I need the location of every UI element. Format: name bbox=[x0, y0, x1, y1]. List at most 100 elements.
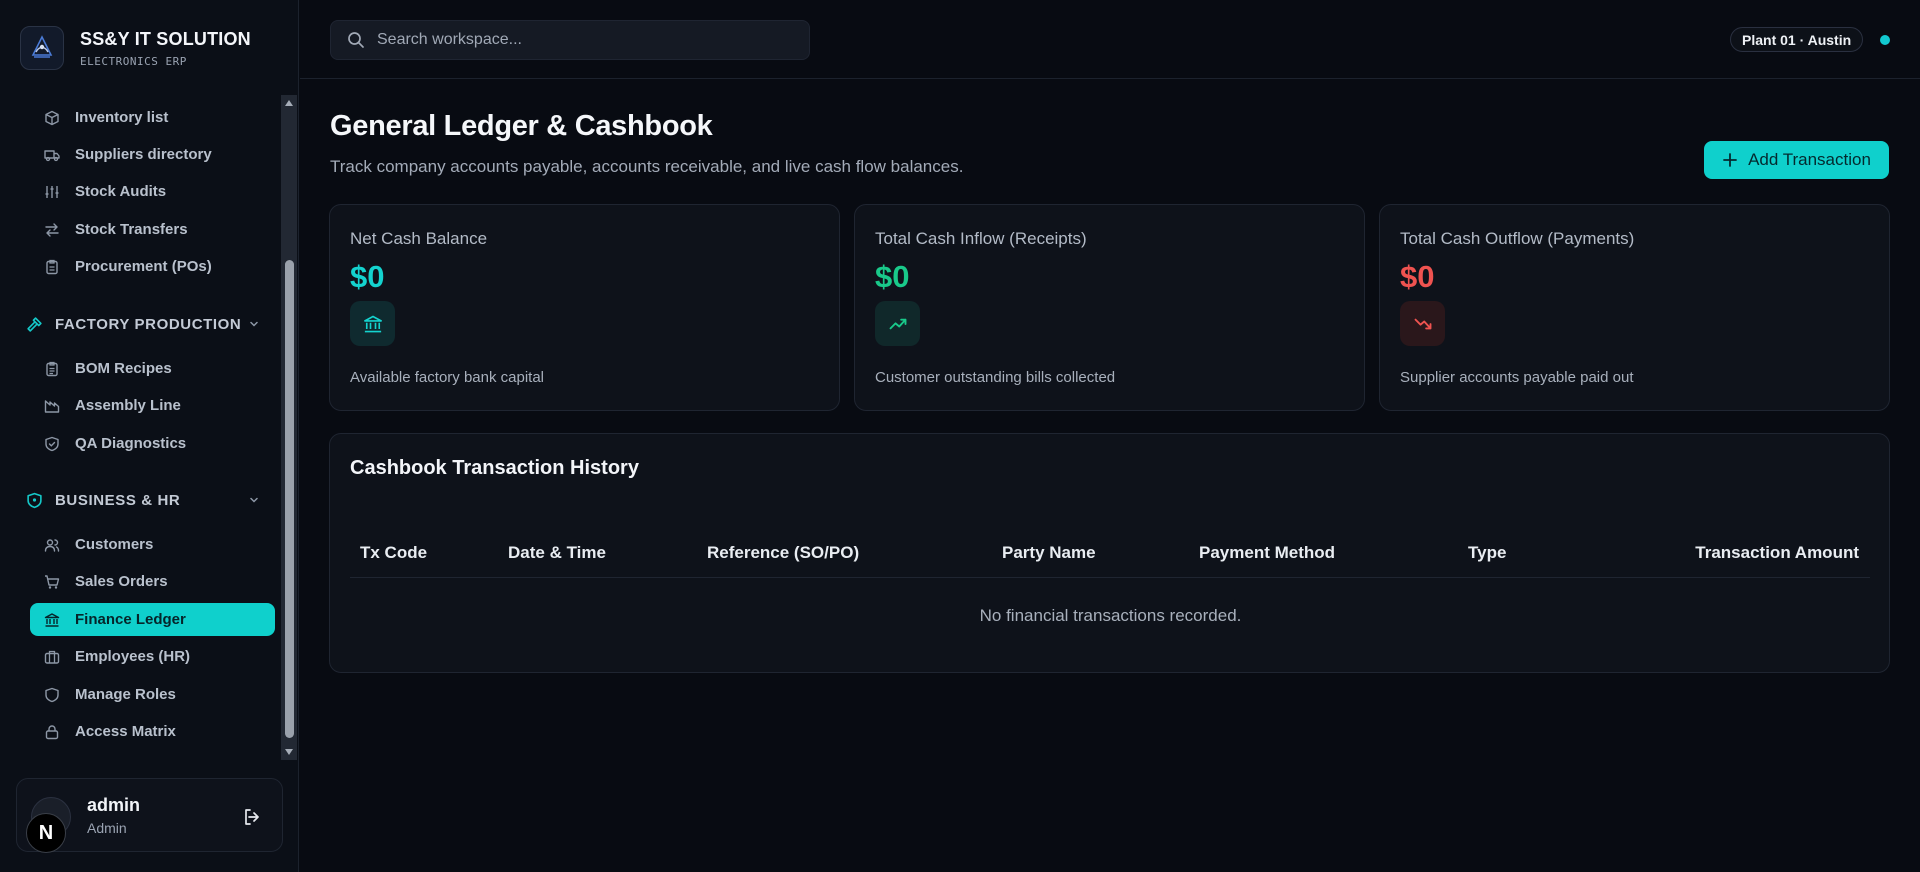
search-icon bbox=[348, 32, 364, 48]
section-label: FACTORY PRODUCTION bbox=[55, 315, 242, 333]
logout-button[interactable] bbox=[239, 804, 265, 830]
add-transaction-label: Add Transaction bbox=[1748, 150, 1871, 169]
brand-logo bbox=[20, 26, 64, 70]
shield-icon bbox=[27, 492, 42, 508]
column-header-payment-method[interactable]: Payment Method bbox=[1199, 543, 1335, 563]
truck-icon bbox=[44, 149, 60, 161]
section-business-hr[interactable]: BUSINESS & HR bbox=[26, 485, 266, 515]
sidebar-item-label: Access Matrix bbox=[75, 723, 176, 740]
clipboard-list-icon bbox=[46, 361, 58, 376]
brand-title: SS&Y IT SOLUTION bbox=[80, 28, 251, 49]
search-box[interactable] bbox=[330, 20, 810, 60]
search-input[interactable] bbox=[377, 31, 797, 49]
sidebar-item-label: Employees (HR) bbox=[75, 648, 191, 665]
stat-value: $0 bbox=[350, 259, 385, 294]
page-subtitle: Track company accounts payable, accounts… bbox=[330, 157, 964, 176]
bank-icon bbox=[44, 612, 60, 627]
sidebar-item-manage-roles[interactable]: Manage Roles bbox=[30, 678, 275, 711]
column-header-reference[interactable]: Reference (SO/PO) bbox=[707, 543, 859, 563]
stat-card-cash-inflow: Total Cash Inflow (Receipts) $0 Customer… bbox=[854, 204, 1365, 411]
column-header-tx-code[interactable]: Tx Code bbox=[360, 543, 427, 563]
sidebar-item-qa-diagnostics[interactable]: QA Diagnostics bbox=[30, 427, 275, 460]
sidebar-item-finance-ledger[interactable]: Finance Ledger bbox=[30, 603, 275, 636]
page-title: General Ledger & Cashbook bbox=[330, 110, 713, 142]
sidebar-item-stock-audits[interactable]: Stock Audits bbox=[30, 175, 275, 208]
scroll-down-arrow-icon[interactable] bbox=[281, 744, 297, 760]
history-title: Cashbook Transaction History bbox=[350, 457, 639, 479]
section-label: BUSINESS & HR bbox=[55, 491, 181, 509]
scroll-up-arrow-icon[interactable] bbox=[281, 95, 297, 111]
add-transaction-button[interactable]: Add Transaction bbox=[1704, 141, 1889, 179]
column-header-transaction-amount[interactable]: Transaction Amount bbox=[1695, 543, 1859, 563]
topbar: Plant 01 · Austin bbox=[300, 0, 1920, 79]
brand[interactable]: SS&Y IT SOLUTION ELECTRONICS ERP bbox=[20, 26, 251, 70]
sidebar-item-label: Procurement (POs) bbox=[75, 258, 212, 275]
logo-emblem-icon bbox=[31, 35, 53, 58]
user-name: admin bbox=[87, 795, 141, 815]
stat-card-cash-outflow: Total Cash Outflow (Payments) $0 Supplie… bbox=[1379, 204, 1890, 411]
shield-check-icon bbox=[45, 436, 59, 451]
cart-icon bbox=[45, 574, 60, 589]
lock-icon bbox=[45, 724, 59, 739]
shield-icon bbox=[45, 687, 59, 702]
sidebar-item-label: Customers bbox=[75, 536, 154, 553]
sidebar-item-bom-recipes[interactable]: BOM Recipes bbox=[30, 352, 275, 385]
stat-label: Total Cash Inflow (Receipts) bbox=[875, 229, 1087, 248]
sidebar-item-label: Inventory list bbox=[75, 109, 169, 126]
sidebar-item-procurement[interactable]: Procurement (POs) bbox=[30, 250, 275, 283]
transaction-history-card: Cashbook Transaction History Tx Code Dat… bbox=[329, 433, 1890, 673]
brand-subtitle: ELECTRONICS ERP bbox=[80, 54, 187, 68]
sidebar-item-label: Sales Orders bbox=[75, 573, 168, 590]
sidebar-item-label: Stock Transfers bbox=[75, 221, 188, 238]
sliders-icon bbox=[45, 185, 59, 198]
plus-icon bbox=[1723, 153, 1737, 167]
stat-label: Total Cash Outflow (Payments) bbox=[1400, 229, 1635, 248]
plant-selector[interactable]: Plant 01 · Austin bbox=[1730, 27, 1864, 52]
briefcase-icon bbox=[44, 650, 60, 664]
sidebar: SS&Y IT SOLUTION ELECTRONICS ERP Invento… bbox=[0, 0, 299, 872]
stat-label: Net Cash Balance bbox=[350, 229, 488, 248]
chevron-down-icon bbox=[250, 321, 258, 327]
bank-icon bbox=[350, 301, 395, 346]
stat-note: Available factory bank capital bbox=[350, 369, 545, 386]
sidebar-scrollbar[interactable] bbox=[281, 95, 297, 760]
logout-icon bbox=[245, 809, 259, 825]
stat-value: $0 bbox=[1400, 259, 1435, 294]
stat-value: $0 bbox=[875, 259, 910, 294]
sidebar-item-assembly-line[interactable]: Assembly Line bbox=[30, 389, 275, 422]
column-header-party-name[interactable]: Party Name bbox=[1002, 543, 1096, 563]
sidebar-item-label: Stock Audits bbox=[75, 183, 167, 200]
empty-state-message: No financial transactions recorded. bbox=[979, 606, 1242, 625]
clipboard-icon bbox=[46, 259, 58, 274]
sidebar-item-label: Assembly Line bbox=[75, 397, 181, 414]
sidebar-item-label: Finance Ledger bbox=[75, 611, 186, 628]
sidebar-item-suppliers-directory[interactable]: Suppliers directory bbox=[30, 138, 275, 171]
dev-indicator-badge[interactable]: N bbox=[26, 813, 66, 853]
sidebar-item-sales-orders[interactable]: Sales Orders bbox=[30, 565, 275, 598]
scrollbar-thumb[interactable] bbox=[285, 260, 294, 738]
sidebar-item-access-matrix[interactable]: Access Matrix bbox=[30, 715, 275, 748]
column-header-date-time[interactable]: Date & Time bbox=[508, 543, 606, 563]
column-header-type[interactable]: Type bbox=[1468, 543, 1506, 563]
sidebar-item-inventory-list[interactable]: Inventory list bbox=[30, 101, 275, 134]
sidebar-item-employees[interactable]: Employees (HR) bbox=[30, 640, 275, 673]
chevron-down-icon bbox=[250, 497, 258, 503]
arrows-swap-icon bbox=[45, 222, 59, 237]
stat-note: Customer outstanding bills collected bbox=[875, 369, 1116, 386]
sidebar-item-customers[interactable]: Customers bbox=[30, 528, 275, 561]
trend-up-icon bbox=[875, 301, 920, 346]
stat-card-net-cash: Net Cash Balance $0 Available factory ba… bbox=[329, 204, 840, 411]
section-factory-production[interactable]: FACTORY PRODUCTION bbox=[26, 309, 266, 339]
trend-down-icon bbox=[1400, 301, 1445, 346]
sidebar-nav: Inventory list Suppliers directory Stock… bbox=[0, 95, 280, 760]
table-divider bbox=[350, 577, 1870, 578]
user-role: Admin bbox=[87, 820, 127, 836]
sidebar-item-stock-transfers[interactable]: Stock Transfers bbox=[30, 213, 275, 246]
users-icon bbox=[44, 538, 60, 552]
boxes-icon bbox=[45, 110, 59, 125]
factory-icon bbox=[44, 399, 60, 413]
sidebar-item-label: Suppliers directory bbox=[75, 146, 212, 163]
sidebar-item-label: BOM Recipes bbox=[75, 360, 172, 377]
sidebar-item-label: Manage Roles bbox=[75, 686, 176, 703]
user-card: N admin Admin bbox=[16, 778, 283, 853]
